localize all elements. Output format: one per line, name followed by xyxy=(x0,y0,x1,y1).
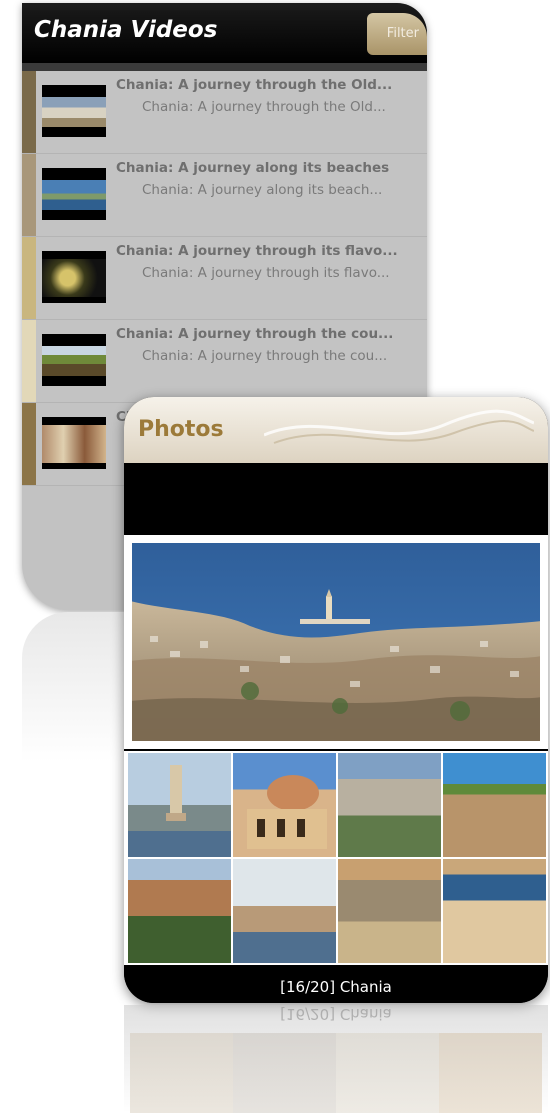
video-title: Chania: A journey through the cou... xyxy=(116,326,394,342)
video-thumbnail xyxy=(42,85,106,137)
photos-screen-reflection: [16/20] Chania xyxy=(124,1005,548,1113)
photo-thumbnail[interactable] xyxy=(338,753,441,857)
video-thumbnail xyxy=(42,334,106,386)
video-list-item[interactable]: Chania: A journey through the cou... Cha… xyxy=(22,320,427,403)
video-list-item[interactable]: Chania: A journey through the Old... Cha… xyxy=(22,71,427,154)
header-swirl-decoration xyxy=(264,409,534,444)
video-list-item[interactable]: Chania: A journey through its flavo... C… xyxy=(22,237,427,320)
list-item-accent xyxy=(22,237,36,319)
list-item-accent xyxy=(22,320,36,402)
photo-thumbnail[interactable] xyxy=(443,753,546,857)
photo-thumbnail-grid xyxy=(124,751,548,965)
list-item-accent xyxy=(22,403,36,485)
photo-thumbnail[interactable] xyxy=(233,753,336,857)
video-list-item[interactable]: Chania: A journey along its beaches Chan… xyxy=(22,154,427,237)
filter-button-label: Filter xyxy=(386,26,419,41)
videos-title: Chania Videos xyxy=(34,17,218,43)
video-subtitle: Chania: A journey through the cou... xyxy=(142,348,388,364)
mosque-image xyxy=(247,775,327,849)
video-thumbnail xyxy=(42,251,106,303)
video-title: Chania: A journey along its beaches xyxy=(116,160,390,176)
video-subtitle: Chania: A journey through the Old... xyxy=(142,99,386,115)
reflected-caption: [16/20] Chania xyxy=(280,1005,392,1023)
photos-header: Photos xyxy=(124,397,548,463)
video-title: Chania: A journey through the Old... xyxy=(116,77,393,93)
photo-thumbnail[interactable] xyxy=(443,859,546,963)
reflected-grid xyxy=(130,1033,542,1113)
header-divider xyxy=(22,63,427,71)
videos-header: Chania Videos Filter xyxy=(22,3,427,63)
video-thumbnail xyxy=(42,168,106,220)
list-item-accent xyxy=(22,71,36,153)
main-photo[interactable] xyxy=(124,535,548,749)
photo-caption: [16/20] Chania xyxy=(124,971,548,1003)
filter-button[interactable]: Filter xyxy=(367,13,427,55)
lighthouse-image xyxy=(166,765,186,821)
photos-title: Photos xyxy=(138,417,224,442)
video-title: Chania: A journey through its flavo... xyxy=(116,243,398,259)
video-thumbnail xyxy=(42,417,106,469)
photo-thumbnail[interactable] xyxy=(128,859,231,963)
video-subtitle: Chania: A journey through its flavo... xyxy=(142,265,390,281)
photo-thumbnail[interactable] xyxy=(128,753,231,857)
harbor-panorama-image xyxy=(130,541,542,743)
video-subtitle: Chania: A journey along its beach... xyxy=(142,182,383,198)
list-item-accent xyxy=(22,154,36,236)
photo-thumbnail[interactable] xyxy=(338,859,441,963)
photos-screen: Photos [16/20] Chania xyxy=(124,397,548,1003)
photos-toolbar-area xyxy=(124,463,548,535)
photo-thumbnail[interactable] xyxy=(233,859,336,963)
